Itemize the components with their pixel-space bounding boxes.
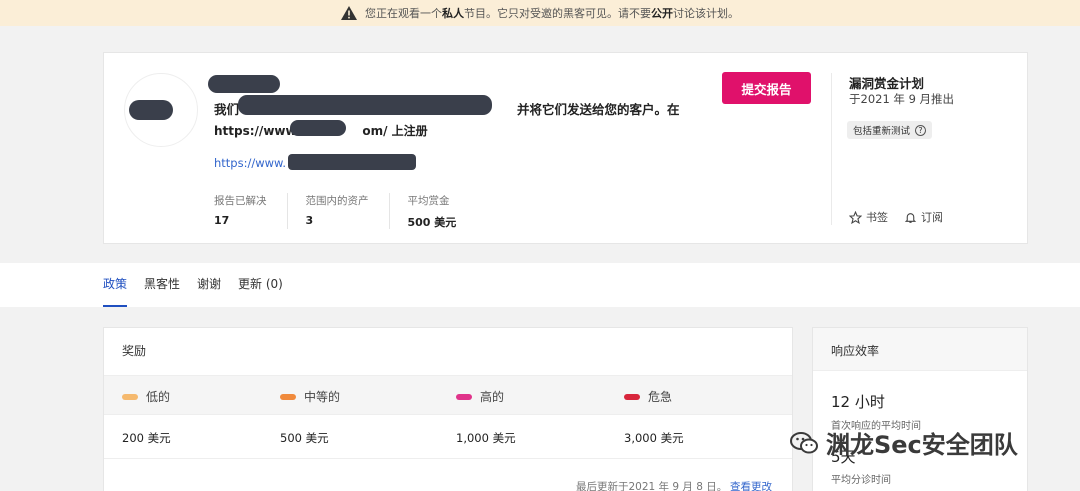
stat-assets-in-scope: 范围内的资产 3 [306,193,390,229]
banner-text-public: 公开 [651,7,673,20]
severity-label: 高的 [480,390,505,404]
severity-medium: 中等的 [280,388,340,405]
tab-hacktivity[interactable]: 黑客性 [144,263,180,307]
redacted-website [288,154,416,170]
program-logo [124,73,198,147]
description-start: 我们 [214,102,240,117]
severity-critical-dot [624,393,640,400]
severity-low: 低的 [122,388,170,405]
severity-high-dot [456,393,472,400]
rewards-title: 奖励 [122,344,147,358]
response-title: 响应效率 [831,344,880,358]
description-end: 并将它们发送给您的客户。在 [517,102,680,117]
header-divider [831,73,832,225]
private-program-banner: 您正在观看一个 私人 节目。它只对受邀的黑客可见。请不要 公开 讨论该计划。 [0,0,1080,26]
stat-average-bounty: 平均赏金 500 美元 [408,193,477,229]
stat-reports-resolved: 报告已解决 17 [214,193,288,229]
redacted-description [238,95,492,115]
redacted-program-name [208,75,280,93]
retest-badge[interactable]: 包括重新测试 ? [847,121,933,139]
stat-label: 范围内的资产 [305,195,369,207]
severity-label: 中等的 [304,390,341,404]
stat-label: 平均赏金 [407,195,450,207]
severity-critical: 危急 [624,388,672,405]
tabs: 政策 黑客性 谢谢 更新 (0) [103,263,300,307]
stat-value: 17 [214,214,230,227]
severity-high: 高的 [456,388,504,405]
reward-amount-medium: 500 美元 [280,431,329,445]
subscribe-button[interactable]: 订阅 [904,209,943,225]
response-efficiency-card: 响应效率 12 小时 首次响应的平均时间 5天 平均分诊时间 [812,327,1028,491]
first-response-value: 12 小时 [831,393,885,411]
view-changes-link[interactable]: 查看更改 [730,479,772,491]
rewards-card: 奖励 低的 中等的 高的 危急 200 美元 500 美元 1,000 美元 3… [103,327,793,491]
stat-label: 报告已解决 [214,195,267,207]
star-icon [849,210,862,224]
stat-value: 3 [305,214,314,227]
redacted-url-domain [290,120,346,136]
bookmark-label: 书签 [866,211,888,224]
program-website-link[interactable]: https://www. [214,156,286,170]
bookmark-button[interactable]: 书签 [849,209,888,225]
reward-amount-critical: 3,000 美元 [624,431,684,445]
watermark-text: 渊龙Sec安全团队 [826,431,1018,459]
reward-amount-low: 200 美元 [122,431,171,445]
submit-report-button[interactable]: 提交报告 [722,72,811,104]
banner-text-middle: 节目。它只对受邀的黑客可见。请不要 [464,7,651,20]
severity-header-row: 低的 中等的 高的 危急 [104,375,792,415]
severity-label: 危急 [648,390,673,404]
warning-icon [341,6,357,20]
banner-text-before: 您正在观看一个 [365,7,442,20]
severity-label: 低的 [146,390,171,404]
tab-policy[interactable]: 政策 [103,263,128,307]
program-stats: 报告已解决 17 范围内的资产 3 平均赏金 500 美元 [214,193,494,229]
tab-updates[interactable]: 更新 (0) [238,263,283,307]
retest-label: 包括重新测试 [853,126,911,137]
reward-amount-high: 1,000 美元 [456,431,516,445]
subscribe-label: 订阅 [921,211,943,224]
program-launch-date: 于2021 年 9 月推出 [849,92,955,106]
program-header-card: 我们 并将它们发送给您的客户。在 https://www. om/ 上注册 http… [103,52,1028,244]
bell-icon [904,212,917,223]
triage-time-label: 平均分诊时间 [831,475,891,486]
url-line1-suffix: om/ 上注册 [362,124,428,138]
help-icon[interactable]: ? [915,124,927,136]
last-updated-text: 最后更新于2021 年 9 月 8 日。 [576,481,728,491]
url-line2-prefix: https://www. [214,156,287,170]
program-tab-bar: 政策 黑客性 谢谢 更新 (0) [0,263,1080,307]
program-type-title: 漏洞赏金计划 [849,76,925,91]
tab-thanks[interactable]: 谢谢 [197,263,221,307]
severity-medium-dot [280,393,296,400]
stat-value: 500 美元 [407,216,457,229]
watermark: 渊龙Sec安全团队 [790,425,1018,460]
banner-text-after: 讨论该计划。 [673,7,739,20]
program-actions: 书签 订阅 [849,209,959,225]
banner-text-private: 私人 [442,7,464,20]
url-line1-prefix: https://www. [214,124,301,138]
wechat-icon [790,431,818,453]
severity-low-dot [122,393,138,400]
